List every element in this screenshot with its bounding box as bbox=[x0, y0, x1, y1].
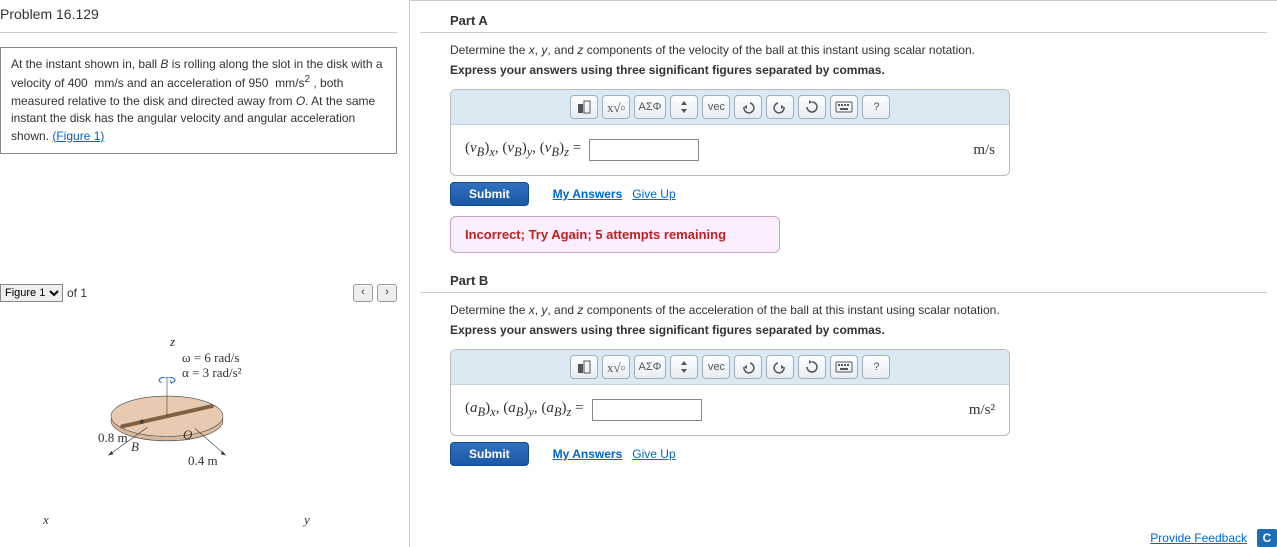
problem-description: At the instant shown in, ball B is rolli… bbox=[0, 47, 397, 154]
keyboard-button[interactable] bbox=[830, 355, 858, 379]
part-a-give-up[interactable]: Give Up bbox=[632, 187, 675, 201]
part-a-instruction: Express your answers using three signifi… bbox=[450, 63, 1267, 77]
part-a-units: m/s bbox=[973, 142, 995, 159]
redo-button[interactable] bbox=[766, 355, 794, 379]
vec-button[interactable]: vec bbox=[702, 95, 730, 119]
part-a-feedback: Incorrect; Try Again; 5 attempts remaini… bbox=[450, 216, 780, 253]
provide-feedback-link[interactable]: Provide Feedback bbox=[1150, 531, 1247, 545]
template-button[interactable] bbox=[570, 355, 598, 379]
label-z: z bbox=[170, 334, 175, 350]
part-b: Part B Determine the x, y, and z compone… bbox=[420, 253, 1267, 466]
svg-text:x√▫: x√▫ bbox=[607, 360, 625, 374]
figure-diagram: z ω = 6 rad/s α = 3 rad/s² O B 0.8 m 0.4… bbox=[0, 322, 360, 547]
keyboard-button[interactable] bbox=[830, 95, 858, 119]
figure-select[interactable]: Figure 1 bbox=[0, 284, 63, 302]
redo-button[interactable] bbox=[766, 95, 794, 119]
figure-count: of 1 bbox=[67, 286, 87, 300]
label-B: B bbox=[131, 439, 139, 455]
part-a-title: Part A bbox=[420, 13, 1267, 33]
part-b-prompt: Determine the x, y, and z components of … bbox=[450, 303, 1267, 317]
sqrt-button[interactable]: x√▫ bbox=[602, 95, 630, 119]
greek-button[interactable]: ΑΣΦ bbox=[634, 355, 667, 379]
part-b-instruction: Express your answers using three signifi… bbox=[450, 323, 1267, 337]
updown-button[interactable] bbox=[670, 355, 698, 379]
label-x: x bbox=[43, 512, 49, 528]
part-a-answer-box: x√▫ ΑΣΦ vec ? (vB)x, (vB)y, (vB)z = m/s bbox=[450, 89, 1010, 176]
part-a-prompt: Determine the x, y, and z components of … bbox=[450, 43, 1267, 57]
part-b-answer-box: x√▫ ΑΣΦ vec ? (aB)x, (aB)y, (aB)z = m/s² bbox=[450, 349, 1010, 436]
part-b-toolbar: x√▫ ΑΣΦ vec ? bbox=[451, 350, 1009, 385]
sqrt-button[interactable]: x√▫ bbox=[602, 355, 630, 379]
problem-title: Problem 16.129 bbox=[0, 0, 397, 33]
label-omega: ω = 6 rad/s bbox=[182, 350, 239, 366]
part-a-submit-button[interactable]: Submit bbox=[450, 182, 529, 206]
reset-button[interactable] bbox=[798, 95, 826, 119]
label-r1: 0.8 m bbox=[98, 430, 128, 446]
help-button[interactable]: ? bbox=[862, 95, 890, 119]
vec-button[interactable]: vec bbox=[702, 355, 730, 379]
part-b-give-up[interactable]: Give Up bbox=[632, 447, 675, 461]
undo-button[interactable] bbox=[734, 355, 762, 379]
reset-button[interactable] bbox=[798, 355, 826, 379]
part-b-submit-button[interactable]: Submit bbox=[450, 442, 529, 466]
undo-button[interactable] bbox=[734, 95, 762, 119]
label-y: y bbox=[304, 512, 310, 528]
updown-button[interactable] bbox=[670, 95, 698, 119]
part-b-answer-input[interactable] bbox=[592, 399, 702, 421]
greek-button[interactable]: ΑΣΦ bbox=[634, 95, 667, 119]
svg-text:x√▫: x√▫ bbox=[607, 100, 625, 114]
part-b-units: m/s² bbox=[969, 402, 995, 419]
corner-badge[interactable]: C bbox=[1257, 529, 1277, 547]
part-a-lhs: (vB)x, (vB)y, (vB)z = bbox=[465, 140, 581, 160]
label-r2: 0.4 m bbox=[188, 453, 218, 469]
part-b-my-answers[interactable]: My Answers bbox=[553, 447, 623, 461]
label-O: O bbox=[183, 427, 192, 443]
part-a: Part A Determine the x, y, and z compone… bbox=[420, 1, 1267, 253]
part-b-lhs: (aB)x, (aB)y, (aB)z = bbox=[465, 400, 584, 420]
part-a-answer-input[interactable] bbox=[589, 139, 699, 161]
figure-prev-button[interactable]: ‹ bbox=[353, 284, 373, 302]
figure-next-button[interactable]: › bbox=[377, 284, 397, 302]
template-button[interactable] bbox=[570, 95, 598, 119]
label-alpha: α = 3 rad/s² bbox=[182, 365, 242, 381]
part-b-title: Part B bbox=[420, 273, 1267, 293]
help-button[interactable]: ? bbox=[862, 355, 890, 379]
part-a-my-answers[interactable]: My Answers bbox=[553, 187, 623, 201]
part-a-toolbar: x√▫ ΑΣΦ vec ? bbox=[451, 90, 1009, 125]
figure-link[interactable]: (Figure 1) bbox=[52, 129, 104, 143]
